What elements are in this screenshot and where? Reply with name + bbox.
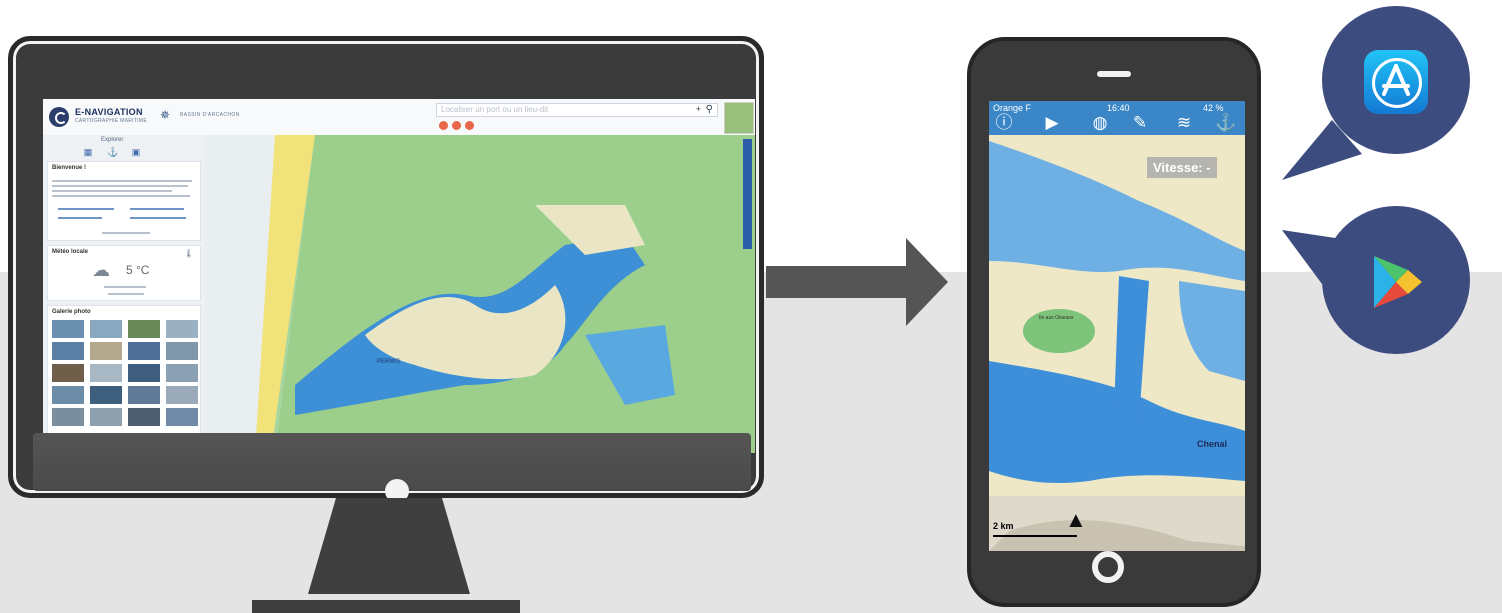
search-box[interactable]: Localiser un port ou un lieu-dit + ⚲ [436,103,718,117]
photo-thumbnail[interactable] [52,408,84,426]
photo-thumbnail[interactable] [52,320,84,338]
ship-wheel-icon: ✵ [160,108,171,122]
guide-link[interactable] [58,208,114,210]
weather-title: Météo locale [52,249,89,255]
add-icon[interactable]: + [696,104,701,114]
transfer-arrow-head [906,238,948,326]
info-link[interactable] [130,217,186,219]
desktop-monitor: E-NAVIGATION CARTOGRAPHIE MARITIME ✵ BAS… [8,36,764,503]
photo-thumbnail[interactable] [52,342,84,360]
transfer-arrow [766,266,906,298]
monitor-stand [308,498,470,594]
weather-temperature: 5 °C [126,263,150,277]
photo-thumbnail[interactable] [128,386,160,404]
globe-icon[interactable]: ◍ [1089,113,1111,133]
home-button [1092,551,1124,583]
photo-thumbnail[interactable] [128,342,160,360]
smartphone: Chenal Ile aux Oiseaux Orange F 16:40 42… [967,37,1261,607]
layers-icon[interactable]: ≋ [1173,113,1195,133]
action-dot-icon[interactable] [465,121,474,130]
text-line [52,185,188,187]
scale-label: 2 km [993,521,1014,531]
text-line [52,180,192,182]
play-store-icon[interactable] [1366,252,1426,312]
weather-card: Météo locale 🌡 ☁ 5 °C [47,245,201,301]
welcome-title: Bienvenue ! [52,165,87,171]
battery-label: 42 % [1203,103,1224,113]
snow-cloud-icon: ☁ [92,260,110,280]
gallery-title: Galerie photo [52,309,91,315]
photo-thumbnail[interactable] [128,364,160,382]
search-icon[interactable]: ⚲ [706,104,713,115]
app-title: E-NAVIGATION [75,107,143,117]
action-dot-icon[interactable] [452,121,461,130]
photo-thumbnail[interactable] [52,386,84,404]
scale-bar [993,535,1077,537]
photo-thumbnail[interactable] [90,386,122,404]
photo-thumbnail[interactable] [90,364,122,382]
sidebar-tabs: ▦ ⚓ ▣ [83,147,141,157]
phone-toolbar: Orange F 16:40 42 % ⓘ ▶ ◍ ✎ ≋ ⚓ [989,101,1245,135]
nautical-map: PERMIS [205,135,755,453]
location-label: BASSIN D'ARCACHON [180,112,240,118]
photo-thumbnail[interactable] [166,320,198,338]
photo-grid [52,320,198,426]
photo-thumbnail[interactable] [90,408,122,426]
speed-readout: Vitesse: - [1147,157,1217,178]
map-label: Chenal [1197,439,1227,449]
photo-thumbnail[interactable] [166,342,198,360]
app-subtitle: CARTOGRAPHIE MARITIME [75,118,147,124]
anchor-icon[interactable]: ⚓ [107,147,118,157]
desktop-screen: E-NAVIGATION CARTOGRAPHIE MARITIME ✵ BAS… [43,99,755,453]
stats-link[interactable] [58,217,102,219]
tab-explorer[interactable]: Explorer [101,137,123,143]
clock-label: 16:40 [1107,103,1130,113]
search-input[interactable]: Localiser un port ou un lieu-dit [441,105,548,114]
photo-thumbnail[interactable] [166,408,198,426]
photo-thumbnail[interactable] [90,342,122,360]
thermometer-icon: 🌡 [183,249,194,258]
text-line [104,286,146,288]
play-store-bubble[interactable] [1322,206,1470,354]
carrier-label: Orange F [993,103,1032,113]
welcome-card: Bienvenue ! [47,161,201,241]
text-line [102,232,150,234]
layers-icon[interactable]: ▦ [83,147,93,157]
navigation-arrow-icon: ▲ [1065,507,1087,532]
map-toolbar[interactable] [743,139,752,249]
camera-icon[interactable]: ▣ [131,147,141,157]
text-line [52,190,172,192]
desktop-map[interactable]: PERMIS [205,135,755,453]
monitor-base [252,600,520,613]
phone-speaker [1097,71,1131,77]
basemap-thumbnail[interactable] [724,102,754,134]
sidebar: Explorer ▦ ⚓ ▣ Bienvenue ! Météo locale [43,135,205,453]
gallery-card: Galerie photo [47,305,201,449]
app-store-bubble[interactable] [1322,6,1470,154]
photo-thumbnail[interactable] [128,320,160,338]
app-store-icon[interactable] [1364,50,1428,114]
app-logo-icon [49,107,69,127]
text-line [108,293,144,295]
photo-thumbnail[interactable] [52,364,84,382]
phone-screen: Chenal Ile aux Oiseaux Orange F 16:40 42… [989,101,1245,551]
info-icon[interactable]: ⓘ [993,113,1015,133]
anchor-icon[interactable]: ⚓ [1215,113,1237,133]
quick-actions [439,121,474,130]
photo-thumbnail[interactable] [90,320,122,338]
action-dot-icon[interactable] [439,121,448,130]
photo-thumbnail[interactable] [128,408,160,426]
text-line [52,195,190,197]
photo-thumbnail[interactable] [166,386,198,404]
charts-link[interactable] [130,208,184,210]
map-label: PERMIS [377,359,400,365]
play-icon[interactable]: ▶ [1041,113,1063,133]
map-label: Ile aux Oiseaux [1039,315,1074,321]
app-header: E-NAVIGATION CARTOGRAPHIE MARITIME ✵ BAS… [43,99,755,136]
pencil-icon[interactable]: ✎ [1129,113,1151,133]
photo-thumbnail[interactable] [166,364,198,382]
